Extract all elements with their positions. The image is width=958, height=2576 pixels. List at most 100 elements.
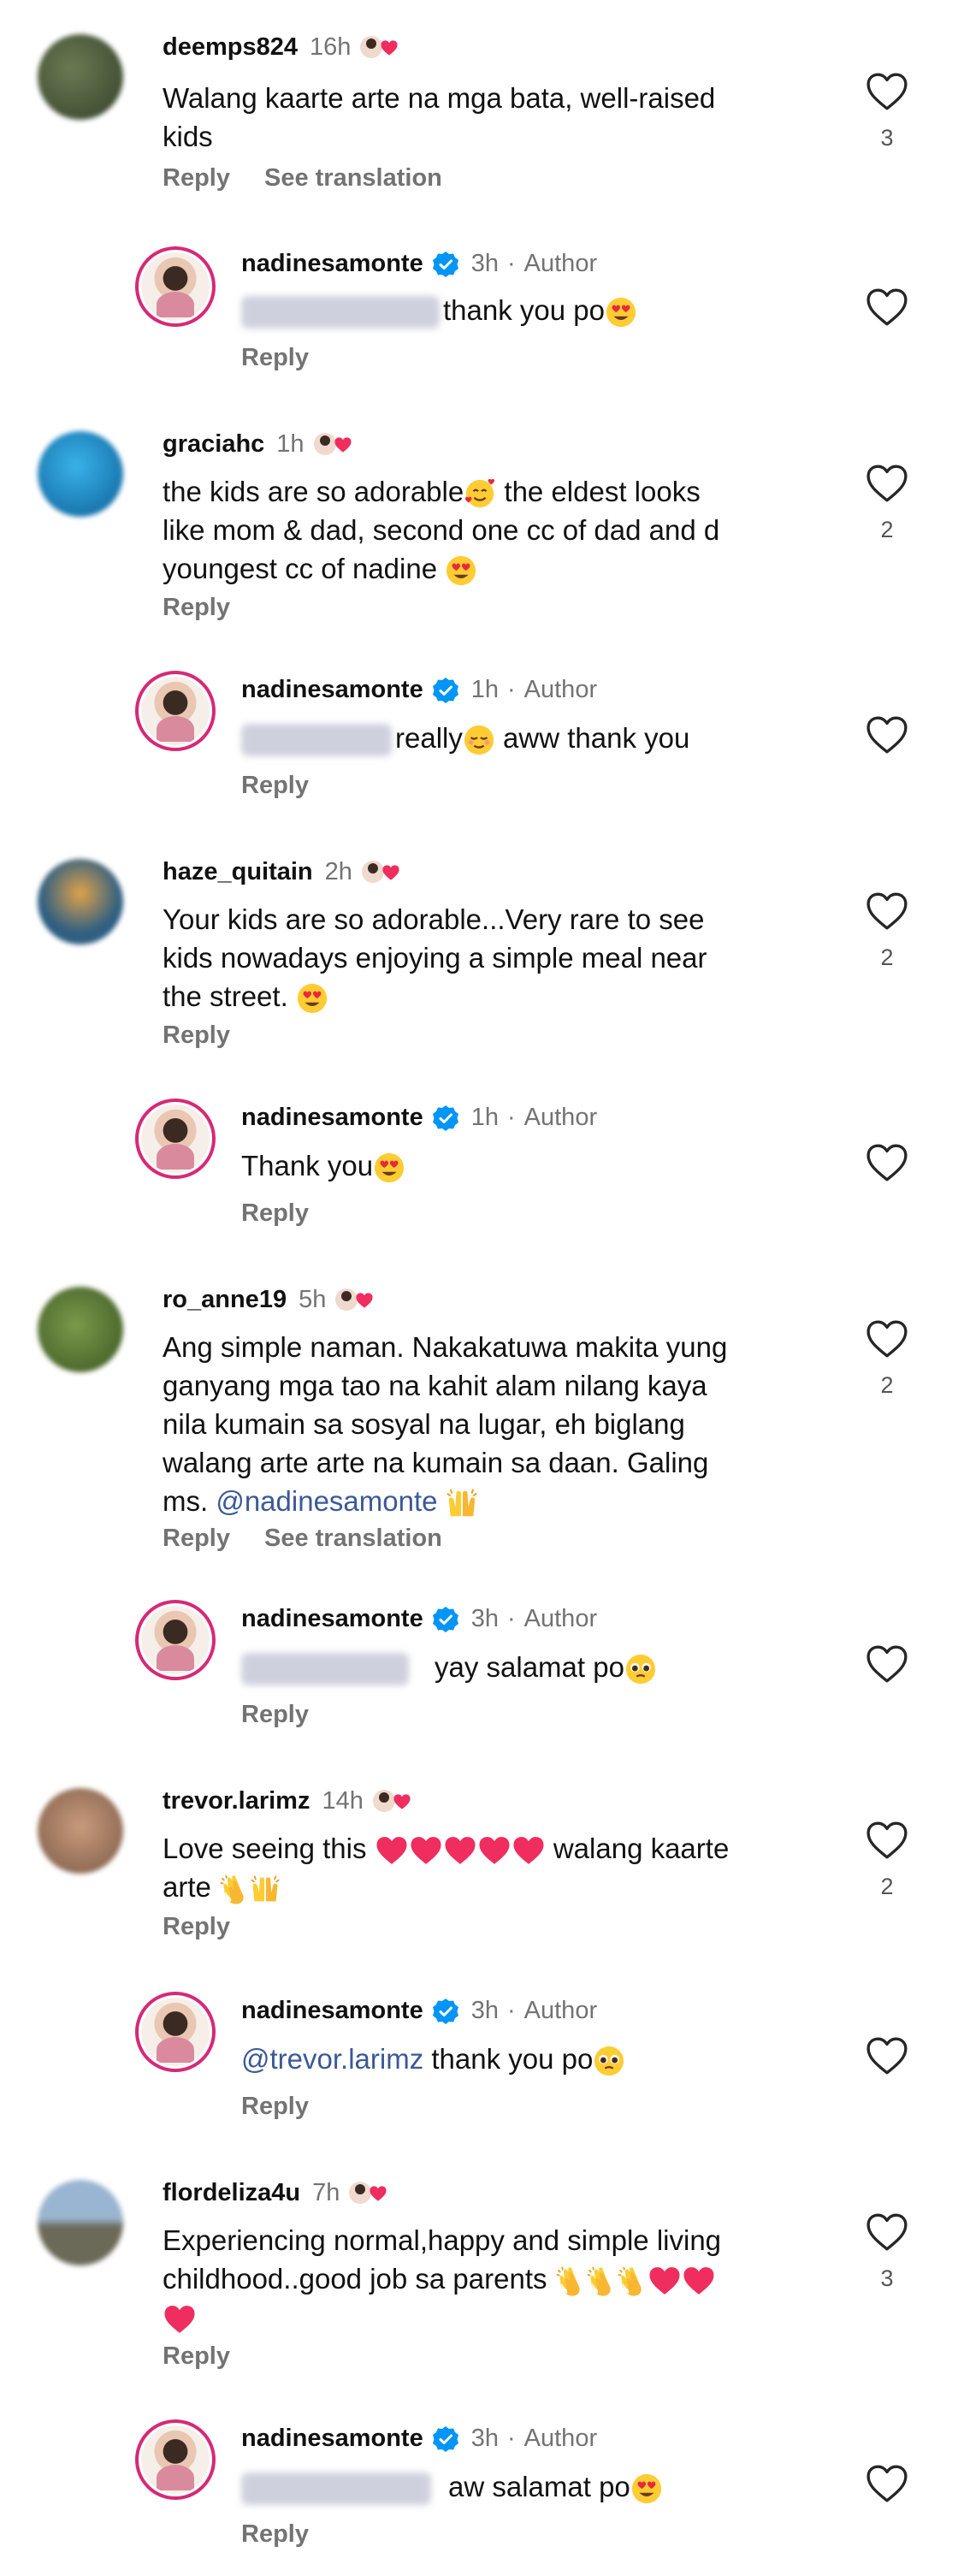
reply-username[interactable]: nadinesamonte xyxy=(241,1605,423,1633)
like-count[interactable]: 2 xyxy=(866,1874,908,1900)
reply-username[interactable]: nadinesamonte xyxy=(241,2425,423,2453)
comment-username[interactable]: flordeliza4u xyxy=(163,2179,300,2207)
comment-username[interactable]: trevor.larimz xyxy=(163,1787,310,1815)
raised-hands-icon xyxy=(446,1487,478,1519)
see-translation-button[interactable]: See translation xyxy=(264,164,442,192)
comment-actions: Reply xyxy=(163,2342,230,2371)
reply-text: really aww thank you xyxy=(241,719,689,757)
heart-eyes-emoji-icon xyxy=(373,1152,405,1184)
liked-by-author-icon xyxy=(335,1288,373,1311)
pleading-face-icon xyxy=(593,2045,625,2077)
clapping-hands-icon xyxy=(219,1874,250,1904)
blurred-mention xyxy=(241,296,440,329)
reply-button[interactable]: Reply xyxy=(241,344,309,371)
like-heart-icon[interactable] xyxy=(866,2464,908,2503)
like-heart-icon[interactable] xyxy=(866,464,908,503)
comment-actions: Reply See translation xyxy=(163,164,442,192)
reply-meta: nadinesamonte 3h · Author xyxy=(241,250,598,278)
comment-meta: deemps824 16h xyxy=(163,33,399,62)
reply-button[interactable]: Reply xyxy=(163,594,230,621)
author-label: Author xyxy=(523,1104,598,1131)
comment-username[interactable]: graciahc xyxy=(163,430,264,459)
comment-username[interactable]: haze_quitain xyxy=(163,858,313,886)
reply-time: 3h xyxy=(470,1605,499,1632)
reply-time: 1h xyxy=(470,676,499,703)
avatar[interactable] xyxy=(38,34,123,120)
like-heart-icon[interactable] xyxy=(866,287,908,327)
reply-text: @trevor.larimz thank you po xyxy=(241,2040,625,2078)
mention-link[interactable]: @trevor.larimz xyxy=(241,2043,423,2075)
mention-link[interactable]: @nadinesamonte xyxy=(216,1485,437,1517)
clapping-hands-icon xyxy=(555,2265,586,2296)
author-avatar[interactable] xyxy=(135,671,216,751)
blurred-mention xyxy=(241,1653,409,1686)
red-heart-icon xyxy=(443,1834,477,1867)
reply-meta: nadinesamonte 3h · Author xyxy=(241,2425,598,2453)
avatar[interactable] xyxy=(38,431,123,517)
heart-eyes-emoji-icon xyxy=(296,982,328,1015)
pleading-face-icon xyxy=(624,1653,657,1685)
reply-button[interactable]: Reply xyxy=(241,2093,309,2120)
author-avatar[interactable] xyxy=(135,1992,216,2072)
author-avatar[interactable] xyxy=(135,1600,216,1680)
reply-button[interactable]: Reply xyxy=(241,1199,309,1227)
comment-time: 2h xyxy=(324,857,352,885)
reply-time: 3h xyxy=(470,250,499,277)
reply-button[interactable]: Reply xyxy=(163,1913,230,1940)
like-count[interactable]: 2 xyxy=(866,945,908,971)
comment-username[interactable]: deemps824 xyxy=(163,33,298,62)
like-heart-icon[interactable] xyxy=(866,1644,908,1684)
reply-button[interactable]: Reply xyxy=(163,1022,230,1049)
reply-button[interactable]: Reply xyxy=(163,164,230,192)
reply-button[interactable]: Reply xyxy=(241,1701,309,1728)
blurred-mention xyxy=(241,2472,431,2506)
reply-button[interactable]: Reply xyxy=(163,2342,230,2370)
reply-text: Thank you xyxy=(241,1146,405,1185)
comment-actions: Reply xyxy=(163,594,230,622)
verified-badge-icon xyxy=(432,251,459,278)
verified-badge-icon xyxy=(432,1606,459,1633)
verified-badge-icon xyxy=(432,2425,459,2453)
avatar[interactable] xyxy=(38,859,123,945)
like-count[interactable]: 3 xyxy=(866,125,908,151)
relieved-face-icon xyxy=(463,724,495,756)
avatar[interactable] xyxy=(38,2180,123,2265)
heart-eyes-emoji-icon xyxy=(605,296,637,329)
like-heart-icon[interactable] xyxy=(866,2212,908,2252)
author-label: Author xyxy=(523,1605,598,1632)
avatar[interactable] xyxy=(38,1287,123,1372)
comment-time: 14h xyxy=(322,1786,364,1815)
avatar[interactable] xyxy=(38,1788,123,1874)
red-heart-icon xyxy=(477,1834,512,1867)
comment-text: Ang simple naman. Nakakatuwa makita yung… xyxy=(163,1328,727,1520)
comment-text: Love seeing this walang kaarte arte xyxy=(163,1829,729,1906)
like-count[interactable]: 2 xyxy=(866,1372,908,1399)
reply-username[interactable]: nadinesamonte xyxy=(241,250,423,278)
reply-username[interactable]: nadinesamonte xyxy=(241,1997,423,2025)
like-heart-icon[interactable] xyxy=(866,891,908,931)
clapping-hands-icon xyxy=(617,2265,648,2296)
like-heart-icon[interactable] xyxy=(866,1821,908,1860)
red-heart-icon xyxy=(375,1834,409,1867)
like-heart-icon[interactable] xyxy=(866,1319,908,1359)
comment-actions: Reply See translation xyxy=(163,1525,442,1553)
red-heart-icon xyxy=(512,1834,546,1867)
see-translation-button[interactable]: See translation xyxy=(264,1525,442,1552)
reply-username[interactable]: nadinesamonte xyxy=(241,676,423,704)
like-heart-icon[interactable] xyxy=(866,72,908,111)
like-heart-icon[interactable] xyxy=(866,715,908,755)
like-heart-icon[interactable] xyxy=(866,1143,908,1182)
author-avatar[interactable] xyxy=(135,1099,216,1179)
liked-by-author-icon xyxy=(313,433,352,455)
red-heart-icon xyxy=(409,1834,443,1867)
like-count[interactable]: 2 xyxy=(866,517,908,543)
author-avatar[interactable] xyxy=(135,246,216,327)
reply-button[interactable]: Reply xyxy=(163,1525,230,1552)
like-heart-icon[interactable] xyxy=(866,2036,908,2076)
comment-username[interactable]: ro_anne19 xyxy=(163,1286,287,1314)
reply-button[interactable]: Reply xyxy=(241,772,309,799)
author-avatar[interactable] xyxy=(135,2419,216,2500)
like-count[interactable]: 3 xyxy=(866,2265,908,2292)
reply-username[interactable]: nadinesamonte xyxy=(241,1104,423,1132)
reply-button[interactable]: Reply xyxy=(241,2520,309,2548)
